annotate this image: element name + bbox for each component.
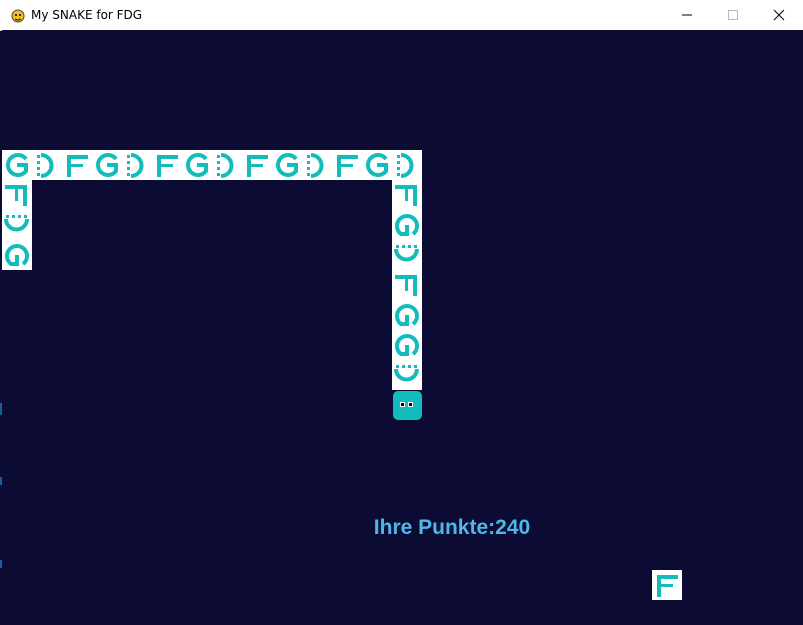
game-canvas[interactable]: Ihre Punkte:240 xyxy=(2,30,803,625)
snake-body-tile xyxy=(2,240,32,270)
snake-body-tile xyxy=(392,240,422,270)
snake-body-tile xyxy=(242,150,272,180)
food-item xyxy=(652,570,682,600)
snake-body-tile xyxy=(2,150,32,180)
maximize-icon xyxy=(728,10,738,20)
close-icon xyxy=(773,9,785,21)
snake-body-tile xyxy=(152,150,182,180)
snake-body-tile xyxy=(212,150,242,180)
snake-body-tile xyxy=(32,150,62,180)
snake-head xyxy=(393,391,422,420)
minimize-icon xyxy=(682,14,692,16)
snake-body-tile xyxy=(122,150,152,180)
snake-body-tile xyxy=(392,330,422,360)
window-edge-mark xyxy=(0,477,2,485)
snake-body-tile xyxy=(302,150,332,180)
minimize-button[interactable] xyxy=(664,0,710,30)
maximize-button[interactable] xyxy=(710,0,756,30)
snake-eye-right xyxy=(408,402,413,407)
close-button[interactable] xyxy=(756,0,802,30)
snake-body-tile xyxy=(362,150,392,180)
title-bar: My SNAKE for FDG xyxy=(0,0,803,31)
snake-body-tile xyxy=(392,180,422,210)
snake-body-tile xyxy=(392,210,422,240)
snake-body-tile xyxy=(272,150,302,180)
score-label: Ihre Punkte:240 xyxy=(373,516,531,539)
snake-body-tile xyxy=(92,150,122,180)
snake-body-tile xyxy=(2,210,32,240)
snake-body-tile xyxy=(392,360,422,390)
snake-body-tile xyxy=(62,150,92,180)
snake-body-tile xyxy=(392,270,422,300)
window-title: My SNAKE for FDG xyxy=(31,8,143,22)
window-edge-mark xyxy=(0,560,2,568)
snake-body-tile xyxy=(332,150,362,180)
app-icon xyxy=(10,7,26,23)
snake-body-tile xyxy=(392,300,422,330)
window-edge-mark xyxy=(0,403,2,415)
snake-body-tile xyxy=(2,180,32,210)
snake-body-tile xyxy=(182,150,212,180)
snake-body-tile xyxy=(392,150,422,180)
snake-eye-left xyxy=(400,402,405,407)
